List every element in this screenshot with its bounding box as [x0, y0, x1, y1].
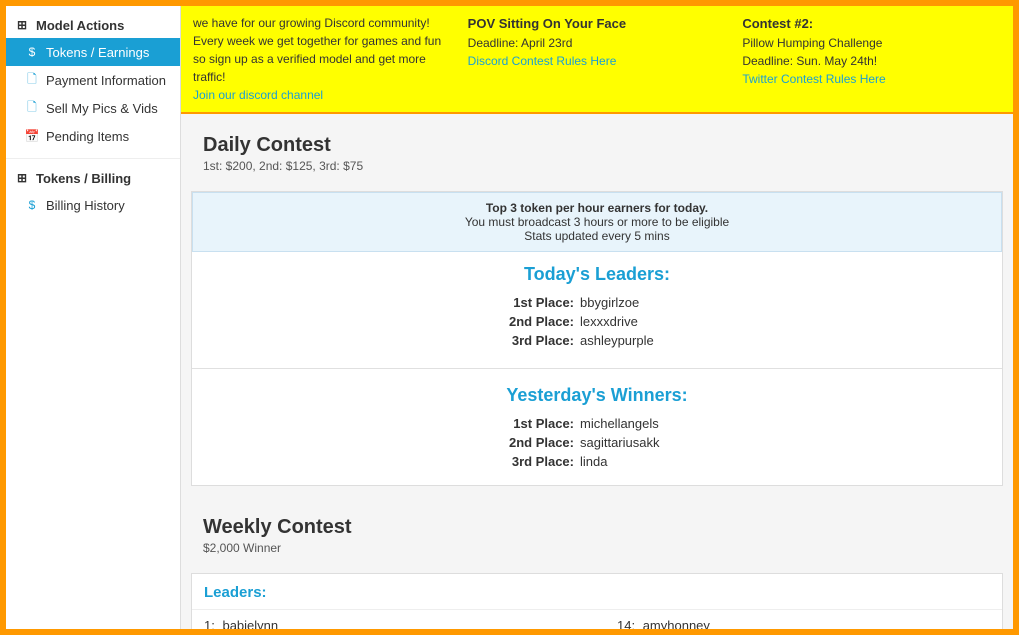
info-line1: Top 3 token per hour earners for today. — [201, 201, 993, 215]
today-3rd-row: 3rd Place: ashleypurple — [204, 333, 990, 348]
weekly-col-1: 1: babielynn — [204, 618, 577, 629]
sidebar-section2-label: Tokens / Billing — [36, 171, 131, 186]
weekly-rank-14: 14: — [617, 618, 635, 629]
yesterday-2nd-row: 2nd Place: sagittariusakk — [204, 435, 990, 450]
yesterday-3rd-label: 3rd Place: — [484, 454, 574, 469]
weekly-row-1: 1: babielynn — [204, 618, 577, 629]
discord-link[interactable]: Join our discord channel — [193, 88, 323, 102]
daily-contest-header-area: Daily Contest 1st: $200, 2nd: $125, 3rd:… — [181, 114, 1013, 181]
grid-icon: ⊞ — [14, 17, 30, 33]
yesterday-1st-label: 1st Place: — [484, 416, 574, 431]
yesterdays-winners: Yesterday's Winners: 1st Place: michella… — [192, 373, 1002, 485]
sidebar-section-billing-header[interactable]: ⊞ Tokens / Billing — [6, 163, 180, 191]
banner-col3-deadline: Deadline: Sun. May 24th! — [742, 52, 1001, 70]
weekly-name-1: babielynn — [222, 618, 278, 629]
todays-leaders: Today's Leaders: 1st Place: bbygirlzoe 2… — [192, 252, 1002, 364]
daily-contest-title: Daily Contest — [191, 124, 1003, 159]
sidebar-item-payment-information[interactable]: 🗋 Payment Information — [6, 66, 180, 94]
today-1st-row: 1st Place: bbygirlzoe — [204, 295, 990, 310]
banner-col2-deadline: Deadline: April 23rd — [468, 34, 727, 52]
yesterday-1st-row: 1st Place: michellangels — [204, 416, 990, 431]
yesterdays-winners-title: Yesterday's Winners: — [204, 385, 990, 406]
sidebar-item-pending-items[interactable]: 📅 Pending Items — [6, 122, 180, 150]
yesterday-2nd-name: sagittariusakk — [580, 435, 710, 450]
sidebar-item-label: Pending Items — [46, 129, 129, 144]
weekly-leaders-title: Leaders: — [192, 574, 1002, 610]
weekly-contest-subtitle: $2,000 Winner — [191, 541, 1003, 563]
yesterday-3rd-name: linda — [580, 454, 710, 469]
banner-col-1: we have for our growing Discord communit… — [193, 14, 452, 104]
today-1st-label: 1st Place: — [484, 295, 574, 310]
grid-icon-2: ⊞ — [14, 170, 30, 186]
calendar-icon: 📅 — [24, 128, 40, 144]
weekly-contest-section: Leaders: 1: babielynn 14: amyhonney — [191, 573, 1003, 629]
sidebar-section-label: Model Actions — [36, 18, 124, 33]
sidebar-item-sell-pics-vids[interactable]: 🗋 Sell My Pics & Vids — [6, 94, 180, 122]
discord-contest-link[interactable]: Discord Contest Rules Here — [468, 54, 617, 68]
sidebar-item-label: Billing History — [46, 198, 125, 213]
yesterday-1st-name: michellangels — [580, 416, 710, 431]
today-2nd-name: lexxxdrive — [580, 314, 710, 329]
daily-contest-subtitle: 1st: $200, 2nd: $125, 3rd: $75 — [191, 159, 1003, 181]
sidebar-section-model-actions[interactable]: ⊞ Model Actions — [6, 10, 180, 38]
sidebar-item-label: Payment Information — [46, 73, 166, 88]
info-line2: You must broadcast 3 hours or more to be… — [201, 215, 993, 229]
yesterday-2nd-label: 2nd Place: — [484, 435, 574, 450]
sidebar: ⊞ Model Actions $ Tokens / Earnings 🗋 Pa… — [6, 6, 181, 629]
camera-icon: 🗋 — [24, 100, 40, 116]
banner-col-3: Contest #2: Pillow Humping Challenge Dea… — [742, 14, 1001, 104]
weekly-contest-header-area: Weekly Contest $2,000 Winner — [181, 496, 1013, 563]
banner-col1-text: we have for our growing Discord communit… — [193, 16, 441, 84]
today-3rd-name: ashleypurple — [580, 333, 710, 348]
today-2nd-row: 2nd Place: lexxxdrive — [204, 314, 990, 329]
today-2nd-label: 2nd Place: — [484, 314, 574, 329]
info-bar: Top 3 token per hour earners for today. … — [192, 192, 1002, 252]
section-divider — [192, 368, 1002, 369]
sidebar-section-tokens-billing: ⊞ Tokens / Billing $ Billing History — [6, 158, 180, 219]
weekly-col-2: 14: amyhonney — [617, 618, 990, 629]
sidebar-item-billing-history[interactable]: $ Billing History — [6, 191, 180, 219]
weekly-contest-title: Weekly Contest — [191, 506, 1003, 541]
twitter-contest-link[interactable]: Twitter Contest Rules Here — [742, 72, 885, 86]
dollar-icon-2: $ — [24, 197, 40, 213]
main-content: we have for our growing Discord communit… — [181, 6, 1013, 629]
sidebar-item-label: Sell My Pics & Vids — [46, 101, 158, 116]
banner-col2-title: POV Sitting On Your Face — [468, 14, 727, 34]
weekly-row-14: 14: amyhonney — [617, 618, 990, 629]
sidebar-item-tokens-earnings[interactable]: $ Tokens / Earnings — [6, 38, 180, 66]
weekly-rank-1: 1: — [204, 618, 215, 629]
banner-col-2: POV Sitting On Your Face Deadline: April… — [468, 14, 727, 104]
weekly-leaders-table: 1: babielynn 14: amyhonney — [192, 610, 1002, 629]
today-3rd-label: 3rd Place: — [484, 333, 574, 348]
banner-col3-title: Contest #2: — [742, 14, 1001, 34]
document-icon: 🗋 — [24, 72, 40, 88]
yellow-banner: we have for our growing Discord communit… — [181, 6, 1013, 114]
sidebar-item-label: Tokens / Earnings — [46, 45, 149, 60]
daily-contest-section: Top 3 token per hour earners for today. … — [191, 191, 1003, 486]
banner-col3-subtitle: Pillow Humping Challenge — [742, 34, 1001, 52]
yesterday-3rd-row: 3rd Place: linda — [204, 454, 990, 469]
dollar-icon: $ — [24, 44, 40, 60]
weekly-name-14: amyhonney — [643, 618, 710, 629]
today-1st-name: bbygirlzoe — [580, 295, 710, 310]
todays-leaders-title: Today's Leaders: — [204, 264, 990, 285]
info-line3: Stats updated every 5 mins — [201, 229, 993, 243]
